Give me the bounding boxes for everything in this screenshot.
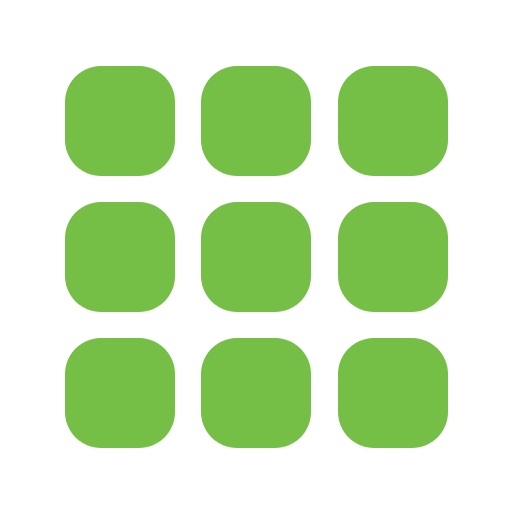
grid-tile-3 bbox=[338, 66, 448, 176]
grid-tile-9 bbox=[338, 338, 448, 448]
grid-tile-5 bbox=[201, 202, 311, 312]
grid-tile-6 bbox=[338, 202, 448, 312]
grid-tile-7 bbox=[65, 338, 175, 448]
grid-tile-8 bbox=[201, 338, 311, 448]
grid-tile-2 bbox=[201, 66, 311, 176]
tile-grid bbox=[0, 0, 512, 512]
grid-tile-4 bbox=[65, 202, 175, 312]
grid-tile-1 bbox=[65, 66, 175, 176]
app-grid-icon bbox=[0, 0, 512, 512]
